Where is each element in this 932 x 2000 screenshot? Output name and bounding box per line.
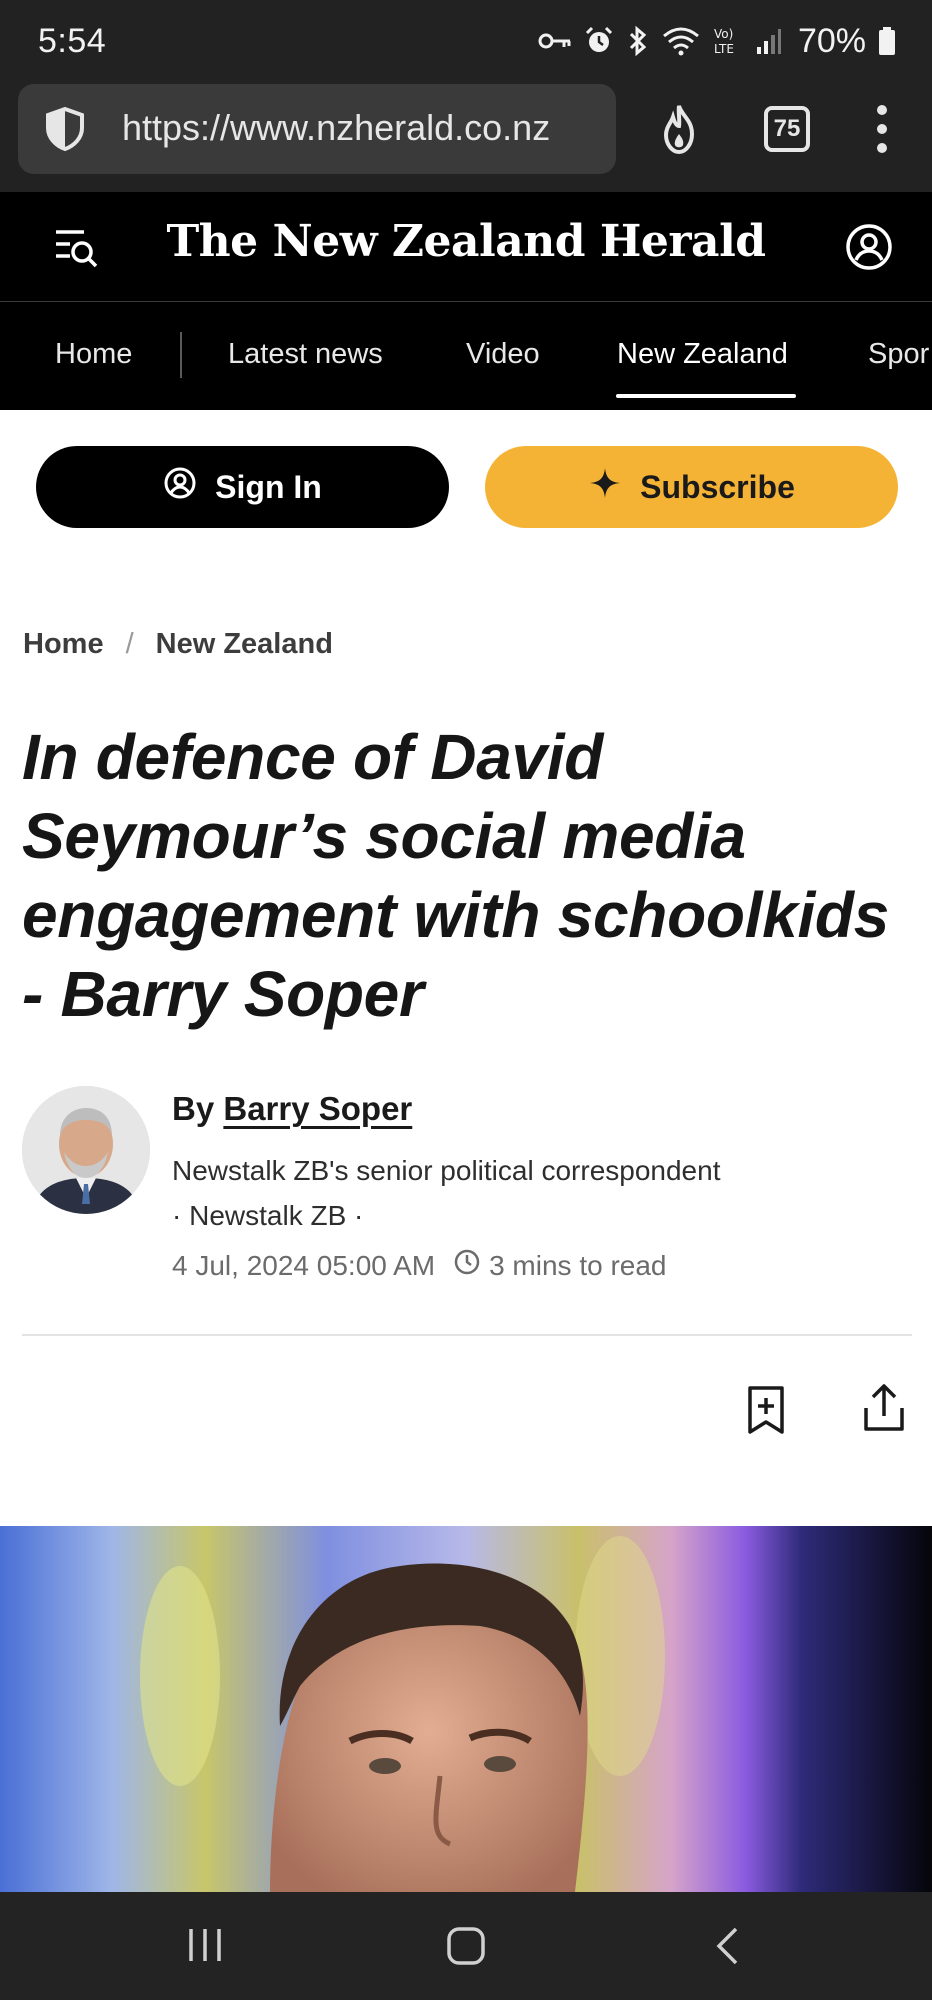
nav-item-new-zealand[interactable]: New Zealand xyxy=(617,338,788,371)
clock-icon xyxy=(453,1248,481,1283)
subscribe-label: Subscribe xyxy=(640,468,795,505)
browser-toolbar: https://www.nzherald.co.nz 75 xyxy=(0,82,932,192)
system-nav-bar xyxy=(0,1892,932,2000)
address-bar[interactable]: https://www.nzherald.co.nz xyxy=(18,84,616,174)
bluetooth-icon xyxy=(626,25,650,57)
sparkle-icon xyxy=(588,466,622,508)
nav-item-home[interactable]: Home xyxy=(55,338,132,371)
divider xyxy=(22,1334,912,1336)
status-icons: Vo) LTE 70% xyxy=(538,18,896,64)
nav-item-latest-news[interactable]: Latest news xyxy=(228,338,383,371)
breadcrumb-new-zealand[interactable]: New Zealand xyxy=(156,628,333,661)
battery-percent: 70% xyxy=(797,21,866,60)
back-icon[interactable] xyxy=(712,1926,742,1971)
nav-item-video[interactable]: Video xyxy=(466,338,540,371)
read-time-label: 3 mins to read xyxy=(489,1249,667,1281)
article-headline: In defence of David Seymour’s social med… xyxy=(22,721,890,1030)
nav-divider xyxy=(180,332,182,378)
author-link[interactable]: Barry Soper xyxy=(223,1090,412,1127)
key-icon xyxy=(538,31,572,51)
author-avatar[interactable] xyxy=(22,1086,150,1214)
byline-prefix: By xyxy=(172,1090,215,1127)
status-bar: 5:54 Vo) LTE 70% xyxy=(0,0,932,82)
account-icon[interactable] xyxy=(844,222,894,277)
kebab-menu-icon[interactable] xyxy=(868,104,896,154)
tabs-icon[interactable]: 75 xyxy=(764,106,810,152)
byline: By Barry Soper xyxy=(172,1090,412,1128)
nav-active-indicator xyxy=(616,394,796,398)
home-icon[interactable] xyxy=(446,1926,486,1971)
shield-icon[interactable] xyxy=(42,106,88,157)
status-time: 5:54 xyxy=(38,22,107,60)
site-logo[interactable]: The New Zealand Herald xyxy=(0,216,932,267)
fire-icon[interactable] xyxy=(652,102,706,161)
svg-text:Vo): Vo) xyxy=(714,27,733,41)
article-meta: 4 Jul, 2024 05:00 AM 3 mins to read xyxy=(172,1248,667,1283)
article-hero-image[interactable] xyxy=(0,1526,932,1892)
battery-icon xyxy=(878,26,896,56)
svg-text:LTE: LTE xyxy=(714,42,734,56)
breadcrumb-home[interactable]: Home xyxy=(23,628,104,661)
publish-date: 4 Jul, 2024 05:00 AM xyxy=(172,1249,436,1281)
nav-item-sport[interactable]: Spor xyxy=(868,338,929,371)
sign-in-button[interactable]: Sign In xyxy=(36,446,449,528)
subscribe-button[interactable]: Subscribe xyxy=(485,446,898,528)
volte-icon: Vo) LTE xyxy=(712,25,744,57)
site-header: The New Zealand Herald xyxy=(0,192,932,302)
recents-icon[interactable] xyxy=(186,1926,224,1969)
breadcrumb: Home / New Zealand xyxy=(23,628,333,661)
url-text[interactable]: https://www.nzherald.co.nz xyxy=(122,107,550,149)
bookmark-add-icon[interactable] xyxy=(744,1384,788,1441)
section-nav: Home Latest news Video New Zealand Spor xyxy=(0,302,932,410)
signal-icon xyxy=(756,27,782,55)
alarm-icon xyxy=(584,26,614,56)
wifi-icon xyxy=(662,26,700,56)
user-circle-icon xyxy=(163,466,197,508)
author-role: Newstalk ZB's senior political correspon… xyxy=(172,1155,721,1231)
breadcrumb-separator: / xyxy=(125,628,134,660)
sign-in-label: Sign In xyxy=(215,468,322,505)
read-time: 3 mins to read xyxy=(453,1248,667,1283)
share-icon[interactable] xyxy=(860,1382,908,1439)
